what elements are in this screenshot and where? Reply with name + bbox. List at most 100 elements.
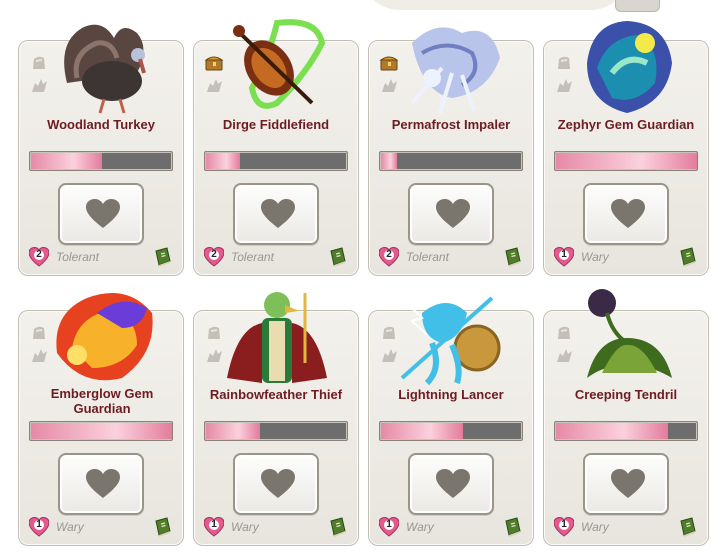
bond-level: 2 bbox=[36, 249, 42, 260]
heart-icon bbox=[611, 469, 645, 498]
familiar-icon bbox=[383, 326, 395, 339]
affection-bar-fill bbox=[206, 153, 240, 169]
familiar-name: Dirge Fiddlefiend bbox=[222, 117, 330, 132]
bond-level: 1 bbox=[386, 519, 392, 530]
familiar-name: Emberglow Gem Guardian bbox=[50, 386, 154, 416]
top-decoration bbox=[360, 0, 630, 10]
bond-level: 1 bbox=[211, 519, 217, 530]
card-footer: 2 Tolerant bbox=[378, 246, 523, 267]
bestiary-book-icon[interactable] bbox=[503, 517, 523, 537]
familiar-icon bbox=[558, 326, 570, 339]
affection-bar bbox=[29, 151, 173, 171]
card-footer: 1 Wary bbox=[28, 516, 173, 537]
bond-button[interactable] bbox=[58, 453, 144, 515]
bond-level: 2 bbox=[211, 249, 217, 260]
familiar-card: Woodland Turkey 2 Tolerant bbox=[18, 24, 184, 276]
heart-icon bbox=[611, 199, 645, 228]
familiar-icon bbox=[208, 326, 220, 339]
bond-button[interactable] bbox=[58, 183, 144, 245]
familiar-card: Rainbowfeather Thief 1 Wary bbox=[193, 292, 359, 546]
bond-level: 2 bbox=[386, 249, 392, 260]
bond-mood: Wary bbox=[581, 250, 609, 264]
bestiary-book-icon[interactable] bbox=[678, 517, 698, 537]
bestiary-book-icon[interactable] bbox=[153, 247, 173, 267]
card-footer: 2 Tolerant bbox=[28, 246, 173, 267]
affection-bar bbox=[204, 151, 348, 171]
card-footer: 2 Tolerant bbox=[203, 246, 348, 267]
bestiary-book-icon[interactable] bbox=[678, 247, 698, 267]
bestiary-book-icon[interactable] bbox=[328, 247, 348, 267]
affection-bar bbox=[379, 421, 523, 441]
bond-level-heart-icon: 1 bbox=[28, 516, 50, 537]
bond-level: 1 bbox=[36, 519, 42, 530]
bestiary-book-icon[interactable] bbox=[503, 247, 523, 267]
bestiary-book-icon[interactable] bbox=[328, 517, 348, 537]
familiar-card: Creeping Tendril 1 Wary bbox=[543, 289, 709, 546]
affection-bar-fill bbox=[31, 423, 172, 439]
bond-mood: Wary bbox=[581, 520, 609, 534]
bond-button[interactable] bbox=[583, 453, 669, 515]
heart-icon bbox=[436, 469, 470, 498]
treasure-chest-icon bbox=[379, 56, 399, 71]
bond-level-heart-icon: 2 bbox=[28, 246, 50, 267]
card-footer: 1 Wary bbox=[203, 516, 348, 537]
dragon-silhouette-icon bbox=[207, 349, 222, 362]
familiar-name: Rainbowfeather Thief bbox=[209, 387, 343, 402]
bond-level-heart-icon: 1 bbox=[553, 516, 575, 537]
affection-bar bbox=[554, 421, 698, 441]
bond-mood: Wary bbox=[406, 520, 434, 534]
bond-mood: Tolerant bbox=[406, 250, 449, 264]
affection-bar-fill bbox=[556, 423, 668, 439]
dragon-silhouette-icon bbox=[382, 349, 397, 362]
bond-mood: Wary bbox=[56, 520, 84, 534]
dragon-silhouette-icon bbox=[207, 79, 222, 92]
familiar-card: Dirge Fiddlefiend 2 Tolerant bbox=[193, 19, 359, 276]
bestiary-book-icon[interactable] bbox=[153, 517, 173, 537]
bond-level-heart-icon: 2 bbox=[378, 246, 400, 267]
bond-button[interactable] bbox=[233, 183, 319, 245]
familiar-icon bbox=[33, 56, 45, 69]
dragon-silhouette-icon bbox=[382, 79, 397, 92]
dragon-silhouette-icon bbox=[557, 349, 572, 362]
affection-bar bbox=[379, 151, 523, 171]
affection-bar-fill bbox=[381, 153, 397, 169]
bond-level: 1 bbox=[561, 519, 567, 530]
affection-bar-fill bbox=[206, 423, 260, 439]
familiar-card: Permafrost Impaler 2 Tolerant bbox=[368, 27, 534, 276]
heart-icon bbox=[86, 199, 120, 228]
dragon-silhouette-icon bbox=[32, 349, 47, 362]
heart-icon bbox=[436, 199, 470, 228]
dragon-silhouette-icon bbox=[32, 79, 47, 92]
bond-level-heart-icon: 1 bbox=[378, 516, 400, 537]
heart-icon bbox=[261, 469, 295, 498]
bond-level-heart-icon: 1 bbox=[203, 516, 225, 537]
top-decoration-pedestal bbox=[615, 0, 660, 12]
familiar-name: Woodland Turkey bbox=[47, 117, 155, 132]
affection-bar bbox=[29, 421, 173, 441]
familiar-name: Creeping Tendril bbox=[574, 387, 678, 402]
familiar-card: Lightning Lancer 1 Wary bbox=[368, 296, 534, 546]
familiar-name: Permafrost Impaler bbox=[391, 117, 511, 132]
bond-level: 1 bbox=[561, 249, 567, 260]
card-footer: 1 Wary bbox=[378, 516, 523, 537]
familiar-card: Zephyr Gem Guardian 1 Wary bbox=[543, 21, 709, 276]
bond-level-heart-icon: 2 bbox=[203, 246, 225, 267]
heart-icon bbox=[86, 469, 120, 498]
affection-bar bbox=[554, 151, 698, 171]
bond-button[interactable] bbox=[583, 183, 669, 245]
bond-level-heart-icon: 1 bbox=[553, 246, 575, 267]
affection-bar-fill bbox=[381, 423, 463, 439]
bond-button[interactable] bbox=[408, 453, 494, 515]
affection-bar-fill bbox=[556, 153, 697, 169]
heart-icon bbox=[261, 199, 295, 228]
familiar-icon bbox=[558, 56, 570, 69]
familiar-card: Emberglow Gem Guardian 1 Wary bbox=[18, 293, 184, 546]
bond-mood: Wary bbox=[231, 520, 259, 534]
bond-button[interactable] bbox=[408, 183, 494, 245]
treasure-chest-icon bbox=[204, 56, 224, 71]
affection-bar bbox=[204, 421, 348, 441]
bond-mood: Tolerant bbox=[56, 250, 99, 264]
affection-bar-fill bbox=[31, 153, 102, 169]
bond-button[interactable] bbox=[233, 453, 319, 515]
bond-mood: Tolerant bbox=[231, 250, 274, 264]
